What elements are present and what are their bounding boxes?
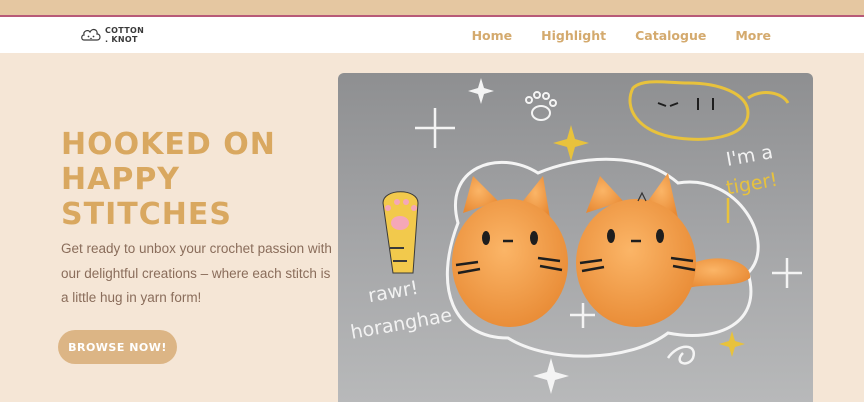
crochet-cats-photo — [338, 73, 813, 402]
nav-highlight[interactable]: Highlight — [541, 28, 606, 43]
nav-more[interactable]: More — [735, 28, 771, 43]
cloud-cat-logo-icon — [81, 28, 101, 41]
top-stripe — [0, 0, 864, 17]
hero-image: I'm a tiger! rawr! horanghae — [338, 73, 813, 402]
brand-name-line1: COTTON — [105, 26, 145, 35]
main-nav: Home Highlight Catalogue More — [472, 17, 771, 53]
brand-logo[interactable]: COTTON . KNOT — [80, 24, 144, 46]
brand-name: COTTON . KNOT — [105, 26, 144, 44]
brand-name-line2: . KNOT — [105, 35, 138, 44]
hero-title: HOOKED ON HAPPY STITCHES — [61, 127, 276, 232]
hero-subtitle: Get ready to unbox your crochet passion … — [61, 241, 332, 305]
nav-home[interactable]: Home — [472, 28, 513, 43]
navbar: COTTON . KNOT Home Highlight Catalogue M… — [0, 17, 864, 53]
nav-catalogue[interactable]: Catalogue — [635, 28, 706, 43]
browse-now-button[interactable]: BROWSE NOW! — [58, 330, 177, 364]
